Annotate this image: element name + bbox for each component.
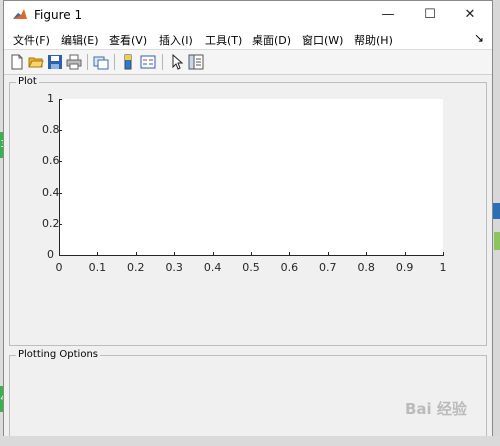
x-tick-label: 0.4	[203, 261, 222, 274]
toolbar	[4, 49, 492, 75]
x-tick-label: 0.3	[165, 261, 183, 274]
x-tick-mark	[366, 252, 367, 255]
plot-panel-label: Plot	[16, 76, 39, 87]
x-tick-mark	[289, 252, 290, 255]
x-tick-label: 0.5	[242, 261, 260, 274]
save-icon[interactable]	[47, 54, 63, 70]
background-blue-fragment	[493, 203, 500, 219]
x-tick-label: 0.9	[395, 261, 414, 274]
y-tick-label: 0	[47, 248, 54, 261]
y-tick-mark	[59, 161, 62, 162]
y-tick-mark	[59, 224, 62, 225]
x-tick-label: 0.2	[127, 261, 145, 274]
print-icon[interactable]	[66, 54, 82, 70]
y-tick-label: 0.8	[42, 123, 60, 137]
menu-view[interactable]: 查看(V)	[109, 32, 147, 48]
y-tick-label: 0.4	[42, 185, 60, 199]
x-tick-mark	[136, 252, 137, 255]
y-tick-label: 0.6	[42, 154, 60, 168]
y-tick-mark	[59, 130, 62, 131]
new-figure-icon[interactable]	[9, 54, 25, 70]
y-tick-mark	[59, 193, 62, 194]
x-tick-label: 0	[55, 261, 63, 274]
x-tick-mark	[213, 252, 214, 255]
toolbar-separator	[114, 54, 115, 70]
menubar-overflow-icon[interactable]: ↘	[474, 31, 484, 45]
toolbar-separator	[162, 54, 163, 70]
menu-window[interactable]: 窗口(W)	[302, 32, 343, 48]
window-title: Figure 1	[34, 8, 83, 22]
minimize-button[interactable]: —	[368, 1, 408, 29]
close-button[interactable]: ✕	[450, 1, 490, 29]
x-tick-mark	[97, 252, 98, 255]
x-tick-label: 0.8	[357, 261, 375, 274]
legend-icon[interactable]	[140, 54, 156, 70]
watermark: Bai 经验	[405, 400, 467, 418]
x-axis-line	[59, 255, 444, 256]
menu-desktop[interactable]: 桌面(D)	[252, 32, 291, 48]
x-tick-label: 0.1	[88, 261, 107, 274]
x-tick-mark	[174, 252, 175, 255]
y-tick-label: 0.2	[42, 216, 60, 230]
matlab-icon	[12, 7, 28, 23]
plotting-options-panel: Plotting Options	[9, 349, 487, 437]
menu-file[interactable]: 文件(F)	[13, 32, 50, 48]
x-tick-mark	[443, 252, 444, 255]
title-bar[interactable]: Figure 1 — ☐ ✕	[4, 1, 492, 29]
menu-insert[interactable]: 插入(I)	[159, 32, 193, 48]
background-bottom	[0, 436, 500, 446]
property-inspector-icon[interactable]	[188, 54, 204, 70]
y-tick-label: 1	[47, 92, 54, 105]
x-tick-mark	[328, 252, 329, 255]
x-tick-label: 0.7	[319, 261, 337, 274]
y-tick-mark	[59, 99, 62, 100]
x-tick-mark	[405, 252, 406, 255]
open-file-icon[interactable]	[28, 54, 44, 70]
plotting-options-label: Plotting Options	[16, 349, 100, 360]
y-tick-mark	[59, 255, 62, 256]
menu-tools[interactable]: 工具(T)	[205, 32, 242, 48]
plot-axes[interactable]	[59, 99, 443, 255]
maximize-button[interactable]: ☐	[410, 1, 450, 29]
menu-help[interactable]: 帮助(H)	[354, 32, 393, 48]
background-green-fragment	[494, 232, 500, 250]
link-figure-icon[interactable]	[93, 54, 109, 70]
pointer-icon[interactable]	[169, 54, 185, 70]
x-tick-mark	[251, 252, 252, 255]
menu-edit[interactable]: 编辑(E)	[61, 32, 99, 48]
x-tick-label: 0.6	[280, 261, 299, 274]
x-tick-label: 1	[439, 261, 447, 274]
toolbar-separator	[87, 54, 88, 70]
menu-bar: 文件(F) 编辑(E) 查看(V) 插入(I) 工具(T) 桌面(D) 窗口(W…	[4, 29, 492, 49]
colorbar-icon[interactable]	[120, 54, 136, 70]
